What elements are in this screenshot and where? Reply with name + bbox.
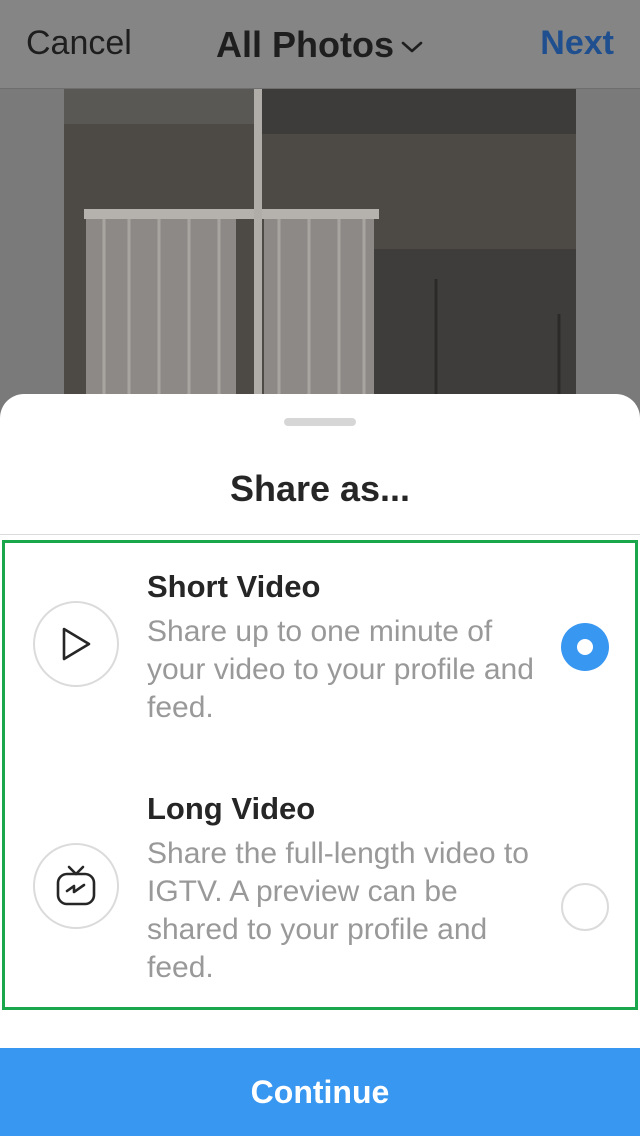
sheet-title: Share as... [229, 468, 411, 509]
photo-preview [64, 89, 576, 409]
radio-unselected[interactable] [561, 883, 609, 931]
divider [0, 534, 640, 535]
top-nav-bar: Cancel All Photos Next [0, 0, 640, 89]
chevron-down-icon [400, 22, 424, 64]
option-description: Share the full-length video to IGTV. A p… [147, 837, 529, 984]
option-title: Long Video [147, 791, 316, 826]
cancel-button[interactable]: Cancel [26, 24, 132, 63]
option-description: Share up to one minute of your video to … [147, 615, 534, 724]
option-title: Short Video [147, 569, 321, 604]
igtv-icon [33, 843, 119, 929]
share-as-sheet: Share as... Short Video Share up to one … [0, 394, 640, 1136]
continue-button[interactable]: Continue [0, 1048, 640, 1136]
next-button[interactable]: Next [540, 24, 614, 63]
option-short-video[interactable]: Short Video Share up to one minute of yo… [5, 543, 635, 763]
option-long-video[interactable]: Long Video Share the full-length video t… [5, 765, 635, 985]
album-picker[interactable]: All Photos [216, 24, 424, 68]
radio-selected[interactable] [561, 623, 609, 671]
play-icon [33, 601, 119, 687]
share-options: Short Video Share up to one minute of yo… [2, 540, 638, 1010]
sheet-drag-handle[interactable] [284, 418, 356, 426]
album-title: All Photos [216, 24, 394, 65]
